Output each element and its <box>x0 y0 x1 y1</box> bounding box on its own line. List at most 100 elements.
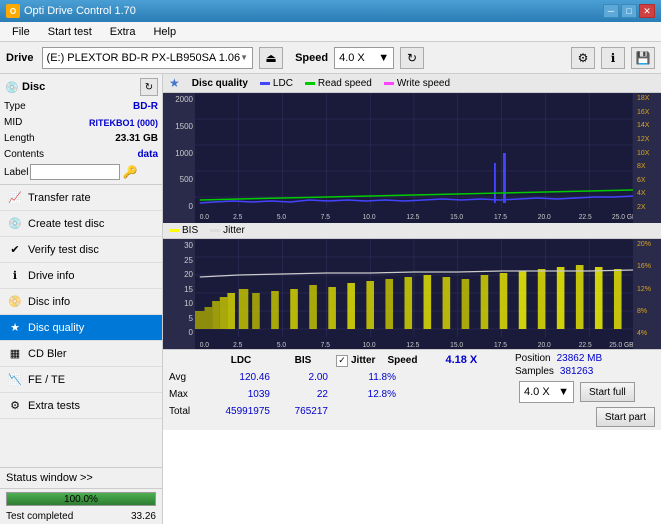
disc-refresh-btn[interactable]: ↻ <box>140 78 158 96</box>
y-bot-10: 10 <box>165 299 193 308</box>
speed-select[interactable]: 4.0 X ▼ <box>334 47 394 69</box>
row-avg-label: Avg <box>169 370 204 385</box>
drive-select[interactable]: (E:) PLEXTOR BD-R PX-LB950SA 1.06 ▼ <box>42 47 254 69</box>
y-bot-25: 25 <box>165 256 193 265</box>
bis-legend-label: BIS <box>182 225 198 236</box>
max-jitter-val: 12.8% <box>336 387 396 402</box>
status-window-toggle[interactable]: Status window >> <box>0 467 162 488</box>
samples-label: Samples <box>515 366 554 377</box>
speed-dropdown-arrow: ▼ <box>558 386 569 398</box>
chart-top-y-left: 2000 1500 1000 500 0 <box>163 93 195 223</box>
total-bis-val: 765217 <box>278 404 328 419</box>
y-top-1500: 1500 <box>165 122 193 131</box>
fe-te-icon: 📉 <box>8 373 22 387</box>
y-bot-right-16: 16% <box>637 263 659 270</box>
svg-text:12.5: 12.5 <box>406 342 419 349</box>
extra-tests-icon: ⚙ <box>8 399 22 413</box>
y-bot-15: 15 <box>165 285 193 294</box>
y-top-1000: 1000 <box>165 149 193 158</box>
jitter-checkbox[interactable]: ✓ <box>336 355 348 367</box>
svg-text:10.0: 10.0 <box>363 214 376 221</box>
menu-help[interactable]: Help <box>145 24 184 40</box>
label-edit-icon[interactable]: 🔑 <box>122 165 137 179</box>
maximize-button[interactable]: □ <box>621 4 637 18</box>
jitter-check: ✓ Jitter <box>336 353 375 368</box>
app-title: Opti Drive Control 1.70 <box>24 5 136 17</box>
legend-ldc: LDC <box>260 78 293 89</box>
nav-extra-tests[interactable]: ⚙ Extra tests <box>0 393 162 419</box>
svg-text:20.0: 20.0 <box>538 214 551 221</box>
max-ldc-val: 1039 <box>212 387 270 402</box>
position-label: Position <box>515 353 551 364</box>
legend-bis: BIS <box>169 225 198 236</box>
minimize-button[interactable]: ─ <box>603 4 619 18</box>
cd-bler-icon: ▦ <box>8 347 22 361</box>
eject-button[interactable]: ⏏ <box>259 47 283 69</box>
contents-value: data <box>137 148 158 162</box>
svg-text:5.0: 5.0 <box>277 342 286 349</box>
write-speed-legend-label: Write speed <box>397 78 450 89</box>
y-top-2000: 2000 <box>165 95 193 104</box>
menu-start-test[interactable]: Start test <box>40 24 100 40</box>
y-top-500: 500 <box>165 175 193 184</box>
legend-read-speed: Read speed <box>305 78 372 89</box>
label-input[interactable] <box>30 164 120 180</box>
nav-create-test-disc[interactable]: 💿 Create test disc <box>0 211 162 237</box>
y-bot-30: 30 <box>165 241 193 250</box>
svg-text:25.0 GB: 25.0 GB <box>609 342 633 349</box>
nav-cd-bler[interactable]: ▦ CD Bler <box>0 341 162 367</box>
svg-text:0.0: 0.0 <box>200 214 209 221</box>
read-speed-legend-dot <box>305 82 315 85</box>
chart-bottom-area: 30 25 20 15 10 5 0 <box>163 239 661 349</box>
nav-section: 📈 Transfer rate 💿 Create test disc ✔ Ver… <box>0 185 162 467</box>
type-value: BD-R <box>133 100 158 114</box>
legend-write-speed: Write speed <box>384 78 450 89</box>
speed-dropdown-val: 4.0 X <box>524 386 550 398</box>
chart-bottom-header: BIS Jitter <box>163 223 661 239</box>
avg-ldc-val: 120.46 <box>212 370 270 385</box>
settings-button[interactable]: ⚙ <box>571 47 595 69</box>
menu-extra[interactable]: Extra <box>102 24 144 40</box>
chart-bottom-svg: 0.0 2.5 5.0 7.5 10.0 12.5 15.0 17.5 20.0… <box>195 239 633 349</box>
max-bis-val: 22 <box>278 387 328 402</box>
col-header-ldc: LDC <box>212 353 270 368</box>
stats-right-container: Position 23862 MB Samples 381263 4.0 X ▼ <box>515 353 655 427</box>
disc-quality-icon: ★ <box>8 321 22 335</box>
y-right-2x: 2X <box>637 204 659 211</box>
start-full-button[interactable]: Start full <box>580 382 635 402</box>
y-bot-right-20: 20% <box>637 241 659 248</box>
speed-label: Speed <box>295 52 328 64</box>
y-right-12x: 12X <box>637 136 659 143</box>
status-completed-text: Test completed <box>6 511 73 522</box>
svg-text:17.5: 17.5 <box>494 342 507 349</box>
nav-disc-info[interactable]: 📀 Disc info <box>0 289 162 315</box>
start-part-button[interactable]: Start part <box>596 407 655 427</box>
nav-fe-te[interactable]: 📉 FE / TE <box>0 367 162 393</box>
nav-disc-quality[interactable]: ★ Disc quality <box>0 315 162 341</box>
nav-verify-test-disc[interactable]: ✔ Verify test disc <box>0 237 162 263</box>
nav-transfer-rate[interactable]: 📈 Transfer rate <box>0 185 162 211</box>
progress-text: 100.0% <box>7 493 155 506</box>
title-bar: O Opti Drive Control 1.70 ─ □ ✕ <box>0 0 661 22</box>
ldc-legend-label: LDC <box>273 78 293 89</box>
nav-cd-bler-label: CD Bler <box>28 348 67 360</box>
position-val: 23862 MB <box>557 353 603 364</box>
y-right-18x: 18X <box>637 95 659 102</box>
nav-drive-info[interactable]: ℹ Drive info <box>0 263 162 289</box>
svg-text:12.5: 12.5 <box>406 214 419 221</box>
menu-file[interactable]: File <box>4 24 38 40</box>
refresh-button[interactable]: ↻ <box>400 47 424 69</box>
svg-text:2.5: 2.5 <box>233 342 242 349</box>
close-button[interactable]: ✕ <box>639 4 655 18</box>
y-top-0: 0 <box>165 202 193 211</box>
col-header-speed: Speed <box>387 353 437 368</box>
disc-info-table: Type BD-R MID RITEKBO1 (000) Length 23.3… <box>4 100 158 180</box>
avg-bis-val: 2.00 <box>278 370 328 385</box>
info-button[interactable]: ℹ <box>601 47 625 69</box>
stats-table-container: LDC BIS ✓ Jitter Speed 4.18 X Avg 120.46… <box>169 353 507 419</box>
nav-disc-quality-label: Disc quality <box>28 322 84 334</box>
write-speed-legend-dot <box>384 82 394 85</box>
speed-dropdown[interactable]: 4.0 X ▼ <box>519 381 574 403</box>
toolbar: Drive (E:) PLEXTOR BD-R PX-LB950SA 1.06 … <box>0 42 661 74</box>
save-button[interactable]: 💾 <box>631 47 655 69</box>
